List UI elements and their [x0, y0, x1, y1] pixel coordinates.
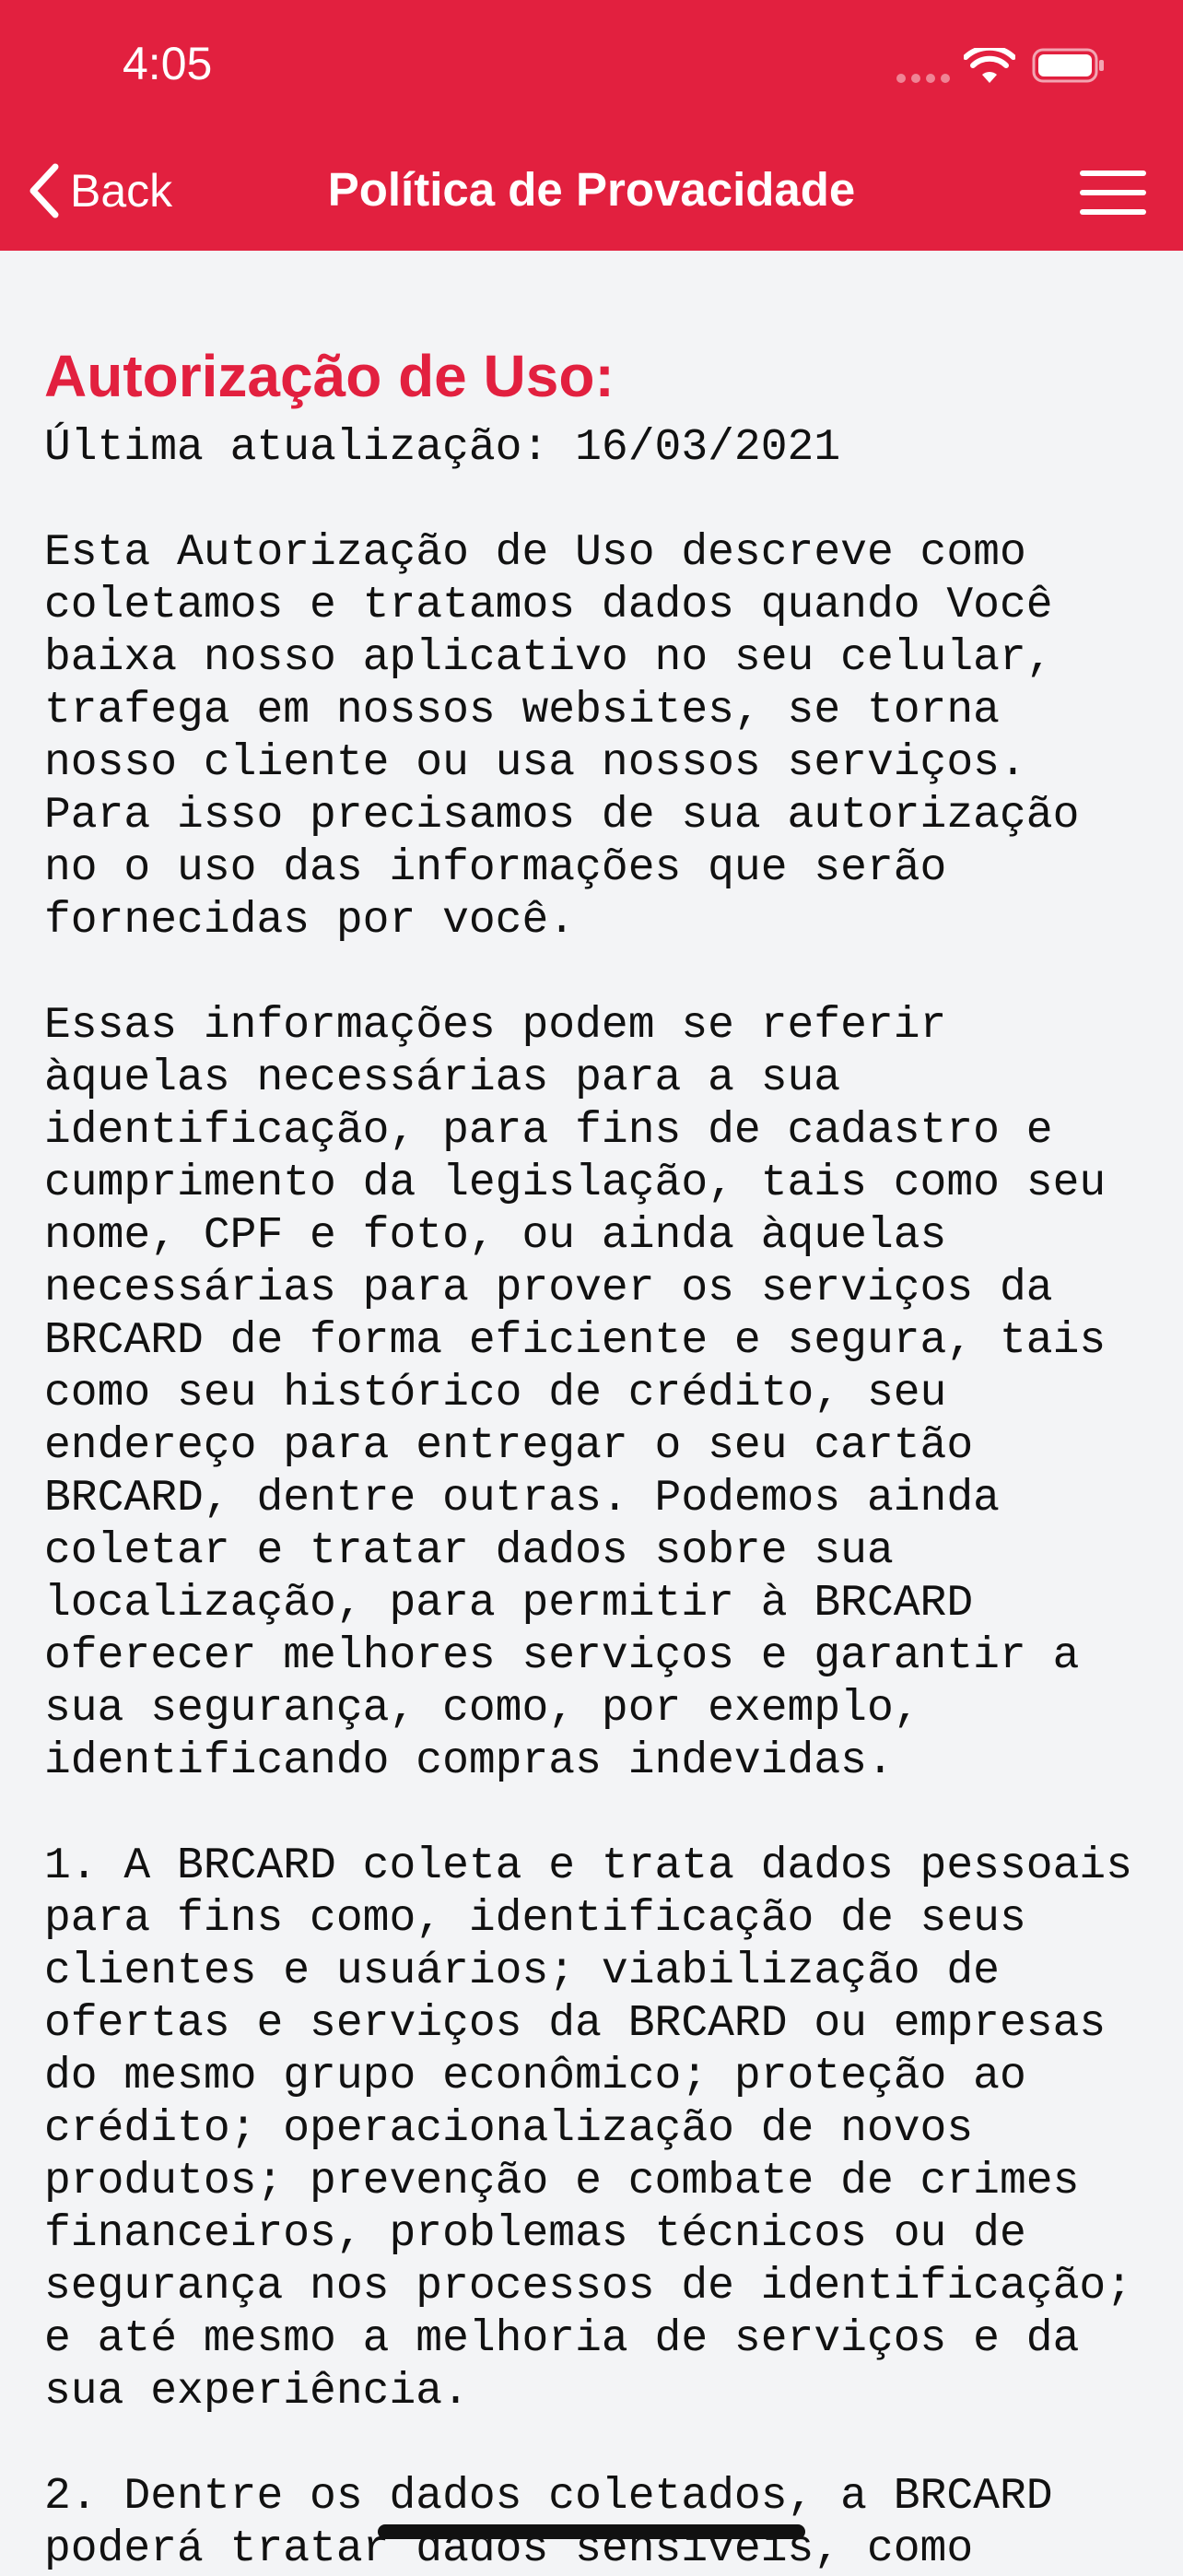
page-title: Política de Provacidade — [327, 163, 856, 216]
home-indicator[interactable] — [378, 2524, 805, 2539]
policy-content: Autorização de Uso: Última atualização: … — [44, 339, 1168, 2576]
paragraph-1: Esta Autorização de Uso descreve como co… — [44, 528, 1080, 946]
hamburger-menu-icon[interactable] — [1080, 171, 1146, 215]
section-heading: Autorização de Uso: — [44, 343, 615, 409]
last-updated: Última atualização: 16/03/2021 — [44, 423, 841, 473]
signal-icon — [896, 74, 950, 83]
wifi-icon — [964, 48, 1015, 83]
status-time: 4:05 — [123, 38, 213, 89]
paragraph-2: Essas informações podem se referir àquel… — [44, 1001, 1107, 1786]
paragraph-3: 1. A BRCARD coleta e trata dados pessoai… — [44, 1841, 1132, 2417]
battery-icon — [1032, 48, 1104, 83]
app-header: 4:05 Back Política de Provacidade — [0, 0, 1183, 251]
